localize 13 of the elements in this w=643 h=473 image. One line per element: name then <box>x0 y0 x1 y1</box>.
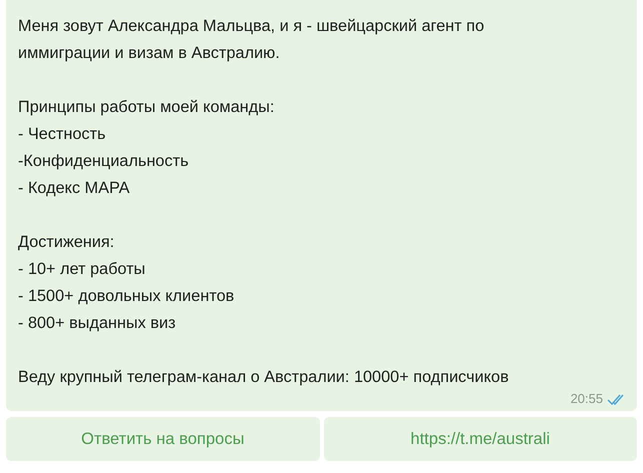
inline-button[interactable]: Ответить на вопросы <box>6 417 320 461</box>
message-text: - 800+ выданных виз <box>18 313 176 334</box>
message-text: Достижения: <box>18 232 114 253</box>
message-text: Меня зовут Александра Мальцва, и я - швейцарский агент по иммиграции и визам в Австралию. <box>18 16 486 64</box>
message-text: - Честность <box>18 124 106 145</box>
message-text: - 1500+ довольных клиентов <box>18 286 234 307</box>
message-time: 20:55 <box>570 391 603 407</box>
message-text: Принципы работы моей команды: <box>18 97 274 118</box>
message-text: - 10+ лет работы <box>18 259 146 280</box>
message-text: - Кодекс MAPA <box>18 178 130 199</box>
message-text: -Конфиденциальность <box>18 151 189 172</box>
message-text: Веду крупный телеграм-канал о Австралии: 10000+ подписчиков <box>18 367 509 388</box>
inline-button[interactable]: https://t.me/australi <box>324 417 637 461</box>
